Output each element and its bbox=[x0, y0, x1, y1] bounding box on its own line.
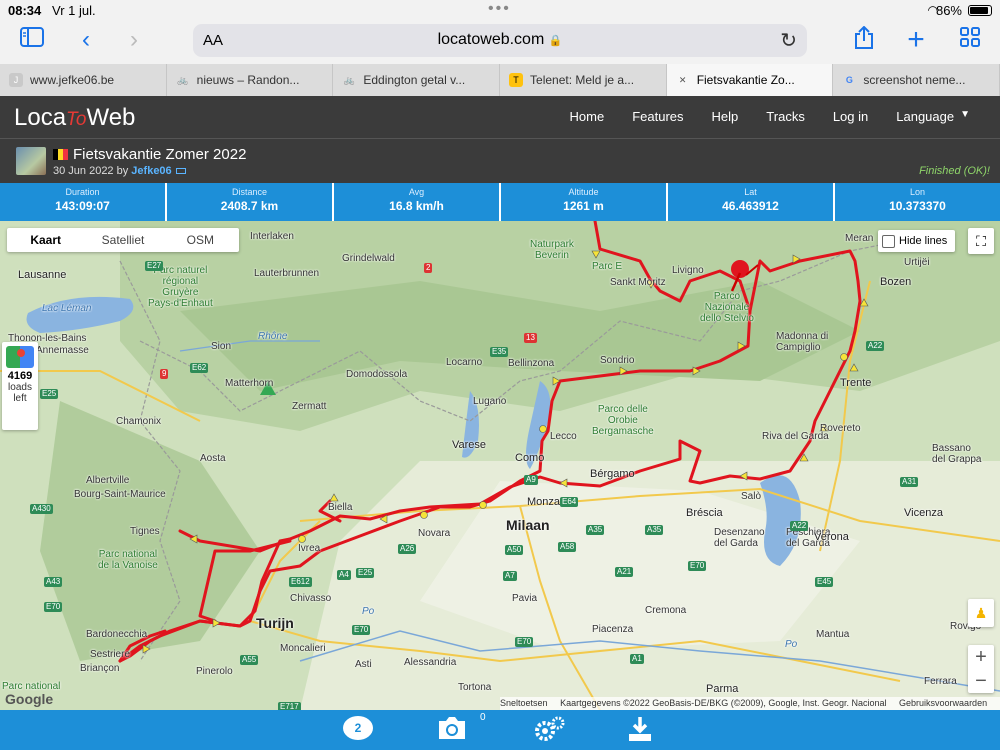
device-icon bbox=[175, 168, 186, 175]
map-type-control: Kaart Satelliet OSM bbox=[7, 228, 239, 252]
nav-home[interactable]: Home bbox=[570, 109, 605, 124]
stats-bar: Duration 143:09:07 Distance 2408.7 km Avg 1… bbox=[0, 183, 1000, 221]
status-date: Vr 1 jul. bbox=[52, 3, 96, 18]
map-data-text: Kaartgegevens ©2022 GeoBasis-DE/BKG (©20… bbox=[560, 698, 887, 708]
terms-link[interactable]: Gebruiksvoorwaarden bbox=[899, 698, 987, 708]
tab-overview-icon[interactable] bbox=[954, 26, 986, 54]
site-header: LocaToWeb Home Features Help Tracks Log … bbox=[0, 96, 1000, 138]
photo-count: 0 bbox=[480, 712, 486, 723]
user-avatar[interactable] bbox=[16, 147, 46, 175]
new-tab-button[interactable]: + bbox=[900, 25, 932, 55]
track-header: Fietsvakantie Zomer 2022 30 Jun 2022 by … bbox=[0, 138, 1000, 183]
stat-distance: Distance 2408.7 km bbox=[167, 183, 334, 221]
loads-label: loads bbox=[8, 382, 32, 393]
favicon-icon: J bbox=[9, 73, 23, 87]
google-maps-icon bbox=[6, 346, 34, 368]
battery-percent: 86% bbox=[935, 3, 962, 18]
bicycle-icon: 🚲 bbox=[177, 75, 189, 85]
site-logo[interactable]: LocaToWeb bbox=[14, 104, 135, 132]
loads-left-label: left bbox=[13, 393, 27, 404]
checkbox-icon[interactable] bbox=[882, 234, 895, 248]
map-attribution: Sneltoetsen Kaartgegevens ©2022 GeoBasis… bbox=[500, 697, 1000, 710]
tab-jefke06[interactable]: Jwww.jefke06.be bbox=[0, 64, 167, 96]
caret-down-icon: ▼ bbox=[960, 109, 970, 120]
forward-button[interactable]: › bbox=[118, 26, 150, 54]
browser-toolbar: ‹ › AA locatoweb.com 🔒 ↻ + bbox=[0, 20, 1000, 64]
tab-screenshot[interactable]: Gscreenshot neme... bbox=[833, 64, 1000, 96]
keyboard-shortcuts-link[interactable]: Sneltoetsen bbox=[500, 698, 548, 708]
download-icon[interactable] bbox=[622, 715, 658, 745]
status-bar: 08:34 Vr 1 jul. ••• ◠ 86% bbox=[0, 0, 1000, 20]
street-view-pegman-icon[interactable]: ♟ bbox=[968, 599, 994, 627]
loads-count: 4169 bbox=[7, 370, 33, 382]
loads-widget[interactable]: 4169 loads left bbox=[2, 342, 38, 430]
share-icon[interactable] bbox=[848, 25, 880, 54]
tab-telenet[interactable]: T Telenet: Meld je a... bbox=[500, 64, 667, 96]
stat-altitude: Altitude 1261 m bbox=[501, 183, 668, 221]
map-canvas[interactable]: Lausanne Lac Léman Thonon-les-Bains Anne… bbox=[0, 221, 1000, 710]
chat-bubble-icon[interactable]: 2 bbox=[343, 716, 373, 740]
close-tab-icon[interactable]: ✕ bbox=[676, 73, 690, 87]
bicycle-icon: 🚲 bbox=[343, 75, 355, 85]
nav-login[interactable]: Log in bbox=[833, 109, 868, 124]
belgium-flag-icon bbox=[53, 149, 68, 160]
tab-nieuws[interactable]: 🚲 nieuws – Randon... bbox=[167, 64, 334, 96]
tab-eddington[interactable]: 🚲 Eddington getal v... bbox=[333, 64, 501, 96]
status-time: 08:34 bbox=[8, 3, 42, 18]
map-type-kaart[interactable]: Kaart bbox=[7, 228, 84, 252]
camera-icon[interactable] bbox=[434, 715, 470, 745]
settings-gears-icon[interactable] bbox=[531, 715, 567, 745]
track-title: Fietsvakantie Zomer 2022 bbox=[73, 146, 247, 163]
fullscreen-icon[interactable]: ⛶ bbox=[968, 228, 994, 254]
telenet-icon: T bbox=[509, 73, 524, 87]
nav-help[interactable]: Help bbox=[712, 109, 739, 124]
stat-avg: Avg 16.8 km/h bbox=[334, 183, 501, 221]
hide-lines-toggle[interactable]: Hide lines bbox=[878, 230, 956, 252]
reload-icon[interactable]: ↻ bbox=[780, 28, 797, 53]
user-link[interactable]: Jefke06 bbox=[131, 165, 171, 177]
main-nav: Home Features Help Tracks Log in Languag… bbox=[542, 109, 970, 124]
zoom-out-button[interactable]: − bbox=[968, 669, 994, 693]
lock-icon: 🔒 bbox=[548, 35, 563, 47]
address-bar[interactable]: AA locatoweb.com 🔒 ↻ bbox=[193, 24, 807, 57]
back-button[interactable]: ‹ bbox=[70, 26, 102, 54]
nav-features[interactable]: Features bbox=[632, 109, 683, 124]
nav-tracks[interactable]: Tracks bbox=[766, 109, 805, 124]
zoom-in-button[interactable]: + bbox=[968, 645, 994, 669]
stat-duration: Duration 143:09:07 bbox=[0, 183, 167, 221]
google-logo: Google bbox=[5, 691, 54, 707]
stat-lon: Lon 10.373370 bbox=[889, 187, 946, 213]
url-text: locatoweb.com 🔒 bbox=[437, 31, 563, 48]
track-status: Finished (OK)! bbox=[919, 165, 990, 177]
multitask-dots-icon[interactable]: ••• bbox=[488, 0, 511, 18]
tab-fietsvakantie[interactable]: ✕ Fietsvakantie Zo... bbox=[666, 64, 834, 96]
map-type-osm[interactable]: OSM bbox=[162, 228, 239, 252]
track-subtitle: 30 Jun 2022 by Jefke06 bbox=[53, 165, 186, 177]
map-type-satelliet[interactable]: Satelliet bbox=[84, 228, 161, 252]
stat-lat: Lat 46.463912 bbox=[668, 183, 835, 221]
tab-bar: Jwww.jefke06.be 🚲 nieuws – Randon... 🚲 Edd… bbox=[0, 64, 1000, 96]
google-icon: G bbox=[845, 75, 853, 85]
battery-icon bbox=[968, 5, 992, 16]
nav-language[interactable]: Language bbox=[896, 109, 954, 124]
bottom-action-bar: 2 0 bbox=[0, 710, 1000, 750]
zoom-control: + − bbox=[968, 645, 994, 693]
sidebar-icon[interactable] bbox=[16, 26, 48, 54]
